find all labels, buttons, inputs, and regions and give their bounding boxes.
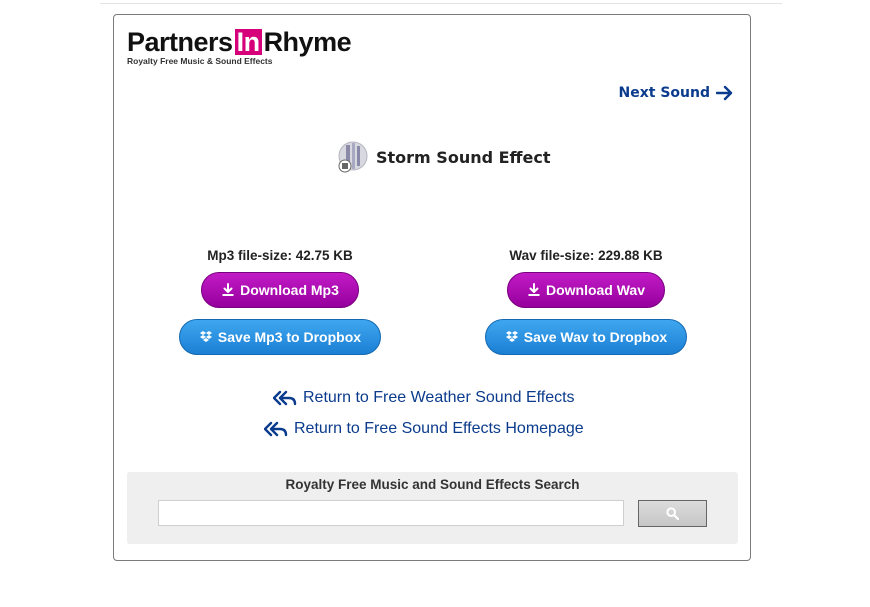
return-home-link[interactable]: Return to Free Sound Effects Homepage [264,420,584,438]
save-wav-dropbox-button[interactable]: Save Wav to Dropbox [485,319,687,355]
wav-filesize: Wav file-size: 229.88 KB [509,248,663,263]
return-weather-link[interactable]: Return to Free Weather Sound Effects [273,389,575,407]
sound-title-row: Storm Sound Effect [336,140,551,174]
download-mp3-label: Download Mp3 [240,282,339,298]
search-panel: Royalty Free Music and Sound Effects Sea… [127,472,738,544]
return-home-label: Return to Free Sound Effects Homepage [294,420,584,437]
logo-wordmark: Partners In Rhyme [127,27,367,57]
save-wav-dropbox-label: Save Wav to Dropbox [523,329,668,345]
sound-file-icon [338,141,368,173]
dropbox-icon [505,331,518,342]
top-divider [100,3,782,4]
dropbox-icon [199,331,212,342]
download-mp3-button[interactable]: Download Mp3 [201,272,359,308]
logo-tagline: Royalty Free Music & Sound Effects [127,56,273,66]
logo-part-rhyme: Rhyme [263,27,352,57]
search-input[interactable] [158,500,624,526]
download-icon [528,283,540,296]
reply-all-icon [264,421,288,437]
search-button[interactable] [638,500,707,527]
next-sound-label: Next Sound [618,85,710,101]
arrow-right-icon [716,85,733,101]
logo-part-in: In [234,27,262,57]
wav-column: Wav file-size: 229.88 KB Download Wav Sa… [456,248,716,355]
reply-all-icon [273,390,297,406]
save-mp3-dropbox-button[interactable]: Save Mp3 to Dropbox [179,319,381,355]
search-title: Royalty Free Music and Sound Effects Sea… [285,477,580,492]
next-sound-link[interactable]: Next Sound [619,85,734,101]
download-icon [222,283,234,296]
mp3-filesize: Mp3 file-size: 42.75 KB [207,248,353,263]
mp3-column: Mp3 file-size: 42.75 KB Download Mp3 Sav… [150,248,410,355]
download-wav-label: Download Wav [545,282,646,298]
logo-part-partners: Partners [127,27,233,57]
site-logo[interactable]: Partners In Rhyme Royalty Free Music & Sou… [127,27,367,71]
return-weather-label: Return to Free Weather Sound Effects [303,389,575,406]
download-card: Partners In Rhyme Royalty Free Music & Sou… [113,14,751,561]
sound-title: Storm Sound Effect [376,147,551,167]
save-mp3-dropbox-label: Save Mp3 to Dropbox [217,329,362,345]
download-wav-button[interactable]: Download Wav [507,272,665,308]
search-icon [666,507,679,520]
